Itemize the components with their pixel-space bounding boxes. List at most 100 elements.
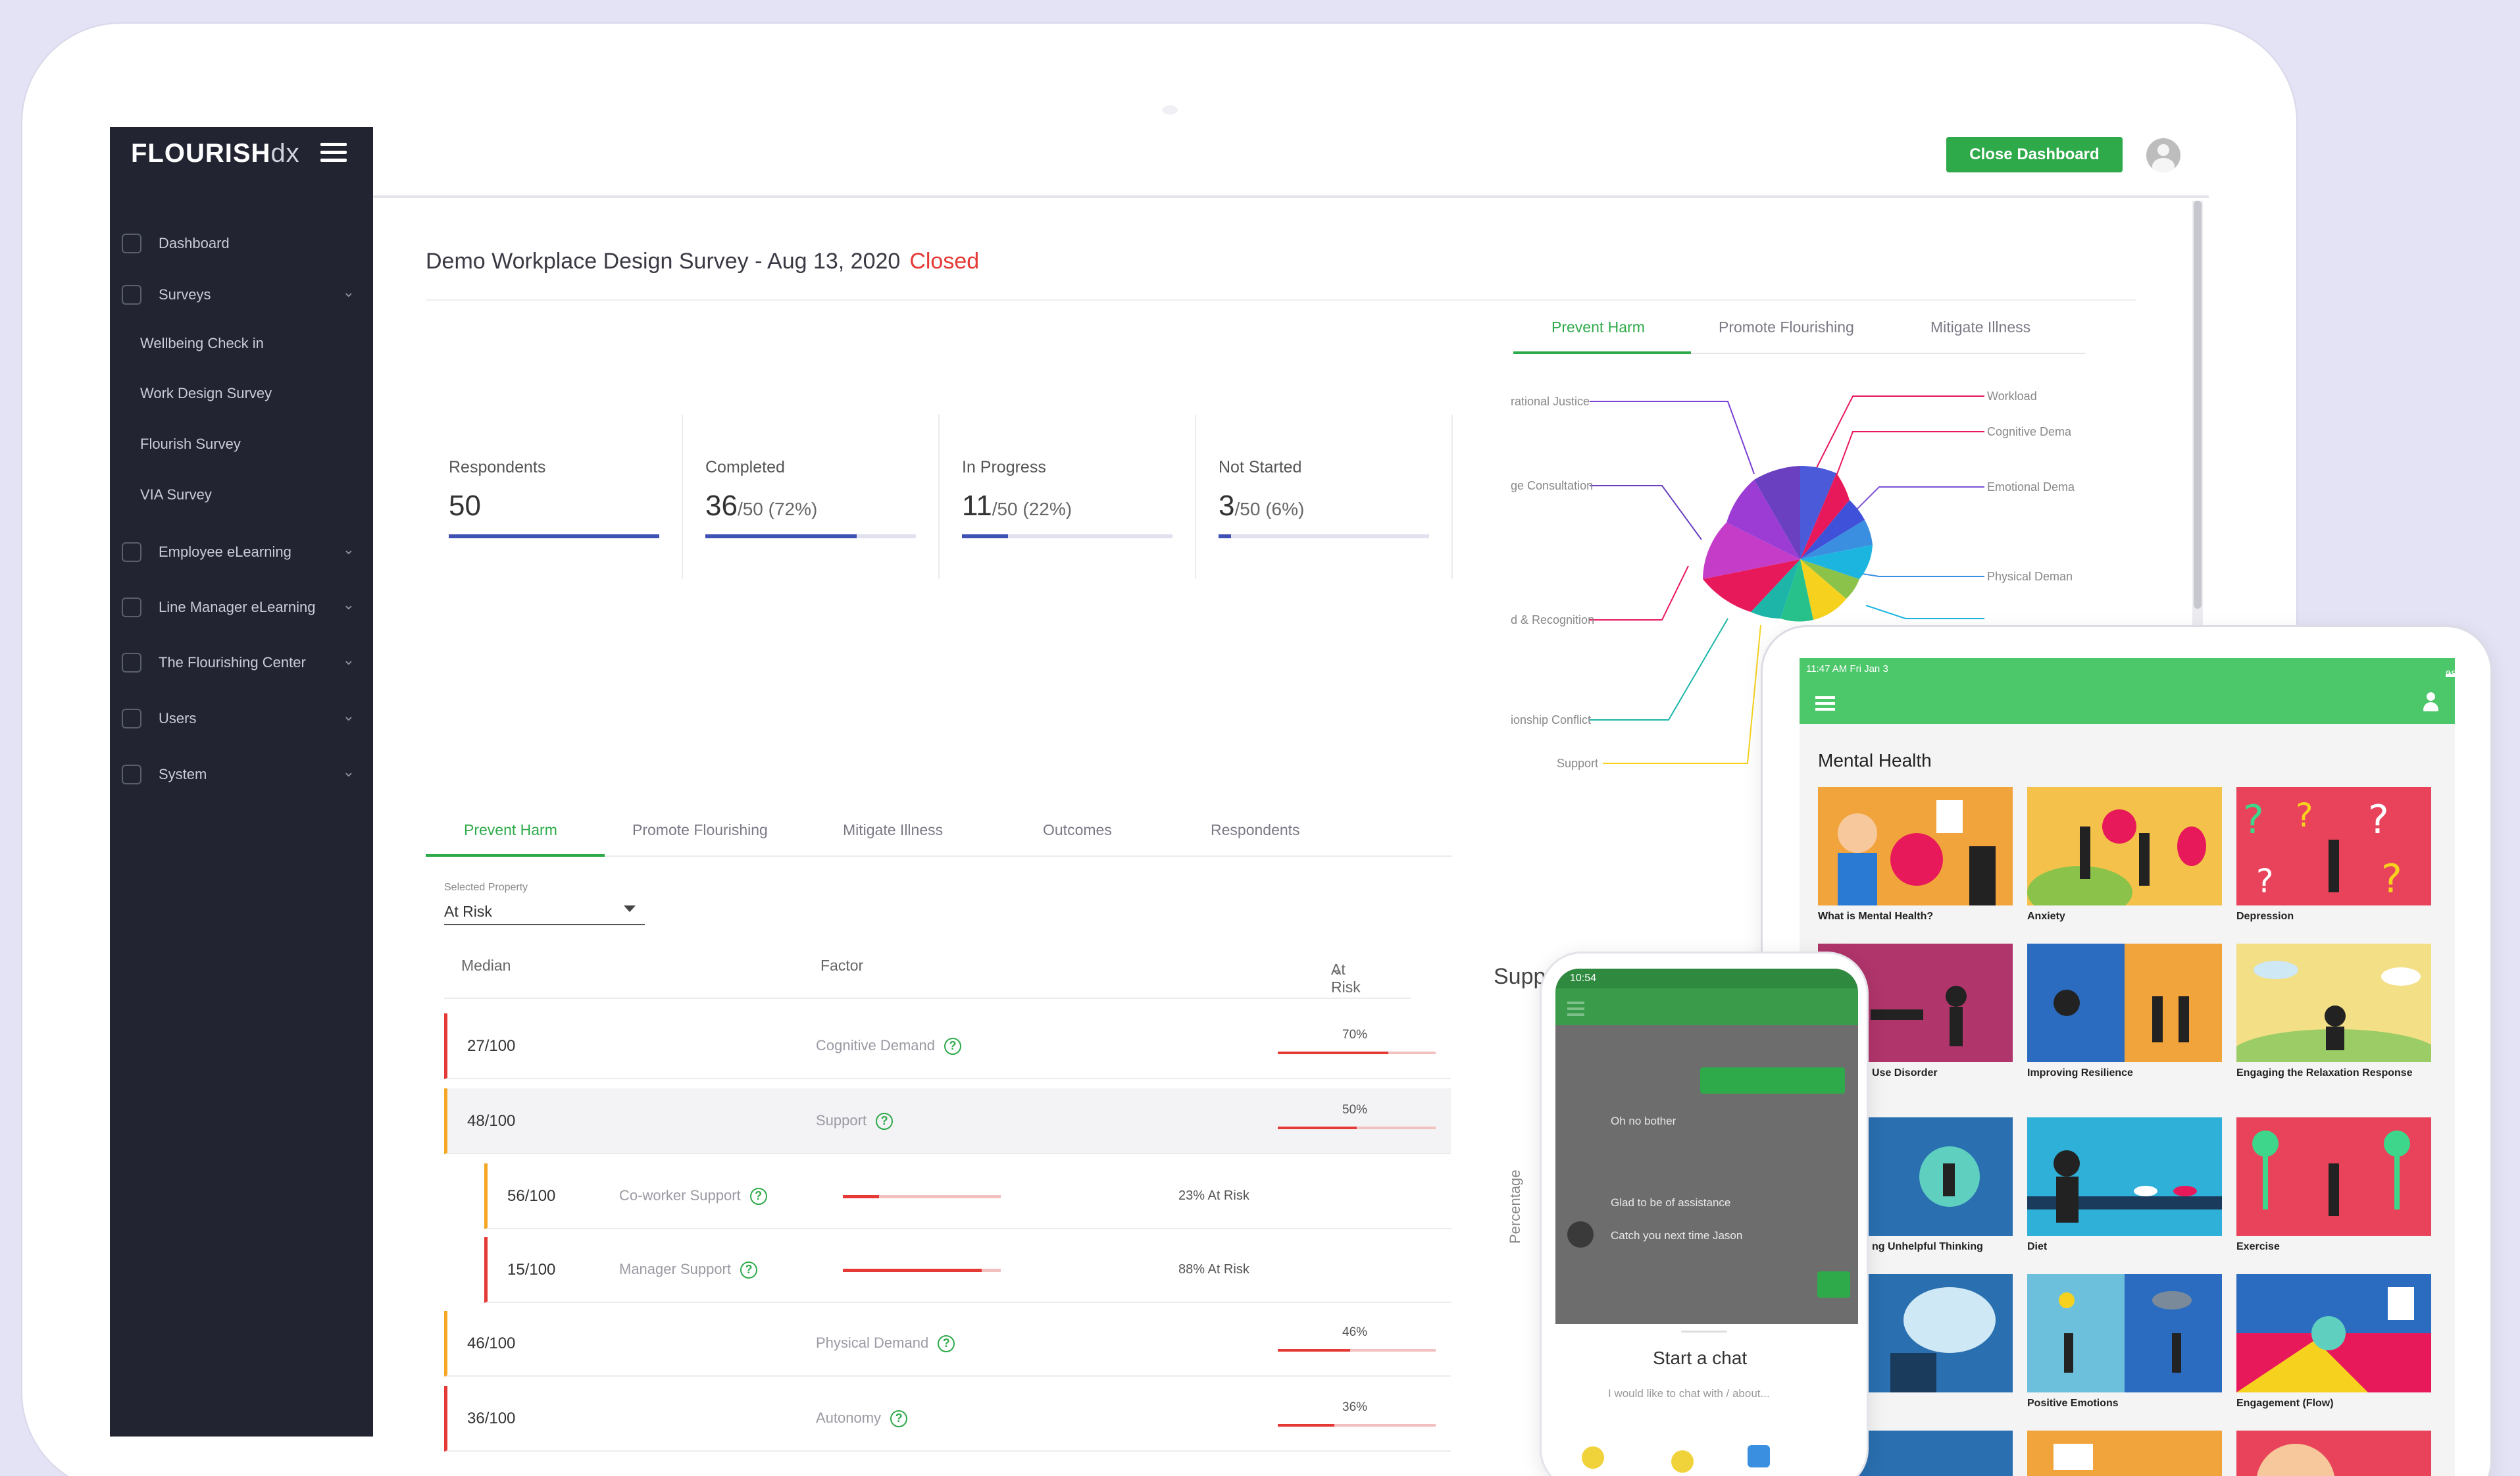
tile-improving-resilience[interactable] bbox=[2027, 944, 2222, 1062]
sidebar-item-dashboard[interactable]: Dashboard bbox=[110, 223, 373, 263]
battery-icon: ▬ bbox=[2446, 669, 2455, 680]
sidebar-subitem-flourish[interactable]: Flourish Survey bbox=[140, 436, 241, 453]
user-avatar-icon[interactable] bbox=[2146, 138, 2180, 172]
tile-caption: Engagement (Flow) bbox=[2236, 1398, 2334, 1409]
sidebar-subitem-via[interactable]: VIA Survey bbox=[140, 486, 212, 503]
median-value: 27/100 bbox=[467, 1037, 516, 1055]
stat-value: 11/50 (22%) bbox=[962, 490, 1072, 522]
divider bbox=[426, 299, 2136, 301]
tab-mitigate-illness[interactable]: Mitigate Illness bbox=[1930, 318, 2030, 336]
risk-bar bbox=[843, 1195, 1001, 1198]
divider bbox=[682, 415, 683, 579]
stat-value: 36/50 (72%) bbox=[705, 490, 818, 522]
chat-option-icon[interactable] bbox=[1582, 1446, 1604, 1469]
tab-respondents[interactable]: Respondents bbox=[1211, 821, 1300, 839]
table-subrow[interactable]: 56/100 Co-worker Support? 23% At Risk bbox=[484, 1163, 1451, 1229]
stat-value: 3/50 (6%) bbox=[1219, 490, 1305, 522]
column-header-median[interactable]: Median bbox=[461, 957, 511, 975]
tile-partial[interactable] bbox=[2027, 1431, 2222, 1476]
scrollbar-thumb[interactable] bbox=[2194, 201, 2202, 609]
sidebar-item-flourishing-center[interactable]: The Flourishing Center ⌄ bbox=[110, 642, 373, 682]
user-icon[interactable] bbox=[2422, 692, 2439, 712]
sidebar-subitem-wellbeing[interactable]: Wellbeing Check in bbox=[140, 335, 264, 352]
risk-bar bbox=[1278, 1127, 1436, 1129]
tab-promote-flourishing[interactable]: Promote Flourishing bbox=[632, 821, 768, 839]
users-icon bbox=[122, 709, 141, 728]
sheet-handle[interactable] bbox=[1681, 1331, 1727, 1333]
hamburger-menu-icon[interactable] bbox=[320, 143, 347, 164]
tile-anxiety[interactable] bbox=[2027, 787, 2222, 905]
stat-progress-fill bbox=[962, 534, 1009, 538]
illustration bbox=[1838, 800, 1996, 905]
tablet-app-bar bbox=[1800, 680, 2455, 724]
chat-option-icon[interactable] bbox=[1671, 1450, 1694, 1473]
start-chat-heading: Start a chat bbox=[1653, 1348, 1748, 1368]
employee-elearning-icon bbox=[122, 542, 141, 562]
tablet-screen: 11:47 AM Fri Jan 3 ◔ 98% ▬ Mental Health… bbox=[1800, 658, 2455, 1476]
close-dashboard-button[interactable]: Close Dashboard bbox=[1946, 137, 2123, 172]
tile-caption: Exercise bbox=[2236, 1241, 2280, 1252]
risk-bar-fill bbox=[1278, 1052, 1388, 1054]
tab-promote-flourishing[interactable]: Promote Flourishing bbox=[1719, 318, 1854, 336]
illustration bbox=[2027, 809, 2206, 905]
app-logo[interactable]: FLOURISHdx bbox=[131, 139, 300, 168]
help-icon[interactable]: ? bbox=[740, 1261, 757, 1279]
radial-label: Physical Deman bbox=[1987, 570, 2073, 583]
page-title: Demo Workplace Design Survey - Aug 13, 2… bbox=[426, 249, 979, 274]
help-icon[interactable]: ? bbox=[749, 1188, 767, 1206]
tile-depression[interactable]: ????? bbox=[2236, 787, 2431, 905]
help-icon[interactable]: ? bbox=[944, 1038, 961, 1056]
stat-value: 50 bbox=[449, 490, 481, 522]
tile-engagement-flow[interactable] bbox=[2236, 1274, 2431, 1392]
tablet-status-bar: 11:47 AM Fri Jan 3 ◔ 98% ▬ bbox=[1800, 658, 2455, 680]
tab-prevent-harm[interactable]: Prevent Harm bbox=[1551, 318, 1645, 336]
risk-bar-fill bbox=[843, 1269, 982, 1272]
hamburger-menu-icon[interactable] bbox=[1567, 1002, 1584, 1019]
tab-outcomes[interactable]: Outcomes bbox=[1043, 821, 1112, 839]
chat-option-icon[interactable] bbox=[1748, 1445, 1770, 1467]
stat-progress-bar bbox=[962, 534, 1172, 538]
help-icon[interactable]: ? bbox=[876, 1113, 894, 1131]
stat-progress-fill bbox=[449, 534, 659, 538]
tile-partial[interactable] bbox=[2236, 1431, 2431, 1476]
risk-bar-fill bbox=[1278, 1127, 1357, 1129]
system-icon bbox=[122, 765, 141, 784]
help-icon[interactable]: ? bbox=[938, 1335, 955, 1353]
tab-mitigate-illness[interactable]: Mitigate Illness bbox=[843, 821, 943, 839]
risk-percent: 46% bbox=[1342, 1325, 1368, 1339]
tile-exercise[interactable] bbox=[2236, 1117, 2431, 1236]
table-row[interactable]: 27/100 Cognitive Demand? 70% bbox=[444, 1013, 1451, 1079]
property-select[interactable]: Selected Property At Risk bbox=[444, 882, 645, 925]
tab-prevent-harm[interactable]: Prevent Harm bbox=[464, 821, 557, 839]
help-icon[interactable]: ? bbox=[890, 1410, 908, 1428]
column-header-factor[interactable]: Factor bbox=[820, 957, 863, 975]
sidebar-item-system[interactable]: System ⌄ bbox=[110, 754, 373, 794]
tile-diet[interactable] bbox=[2027, 1117, 2222, 1236]
stat-label: In Progress bbox=[962, 458, 1046, 476]
table-row[interactable]: 48/100 Support? 50% bbox=[444, 1088, 1451, 1154]
illustration bbox=[2054, 944, 2222, 1062]
factor-name: Co-worker Support? bbox=[619, 1187, 767, 1206]
select-value: At Risk bbox=[444, 903, 492, 920]
sidebar-item-users[interactable]: Users ⌄ bbox=[110, 698, 373, 738]
sidebar-item-line-manager-elearning[interactable]: Line Manager eLearning ⌄ bbox=[110, 587, 373, 626]
divider bbox=[1195, 415, 1196, 579]
send-button[interactable] bbox=[1817, 1271, 1850, 1298]
radial-label: Workload bbox=[1987, 390, 2037, 403]
stat-label: Completed bbox=[705, 458, 785, 476]
tile-positive-emotions[interactable] bbox=[2027, 1274, 2222, 1392]
median-value: 48/100 bbox=[467, 1112, 516, 1130]
tile-what-is-mental-health[interactable] bbox=[1818, 787, 2013, 905]
axis-label: Percentage bbox=[1507, 1169, 1523, 1244]
sidebar-item-employee-elearning[interactable]: Employee eLearning ⌄ bbox=[110, 532, 373, 571]
hamburger-menu-icon[interactable] bbox=[1815, 696, 1835, 714]
sidebar-subitem-work-design[interactable]: Work Design Survey bbox=[140, 385, 272, 402]
illustration bbox=[2252, 1131, 2410, 1216]
tile-relaxation-response[interactable] bbox=[2236, 944, 2431, 1062]
table-row[interactable]: 46/100 Physical Demand? 46% bbox=[444, 1311, 1451, 1377]
sidebar-item-surveys[interactable]: Surveys ⌄ bbox=[110, 274, 373, 314]
table-subrow[interactable]: 15/100 Manager Support? 88% At Risk bbox=[484, 1237, 1451, 1303]
radial-label: Support bbox=[1557, 757, 1598, 770]
table-row[interactable]: 36/100 Autonomy? 36% bbox=[444, 1386, 1451, 1452]
factor-name: Physical Demand? bbox=[816, 1335, 955, 1353]
